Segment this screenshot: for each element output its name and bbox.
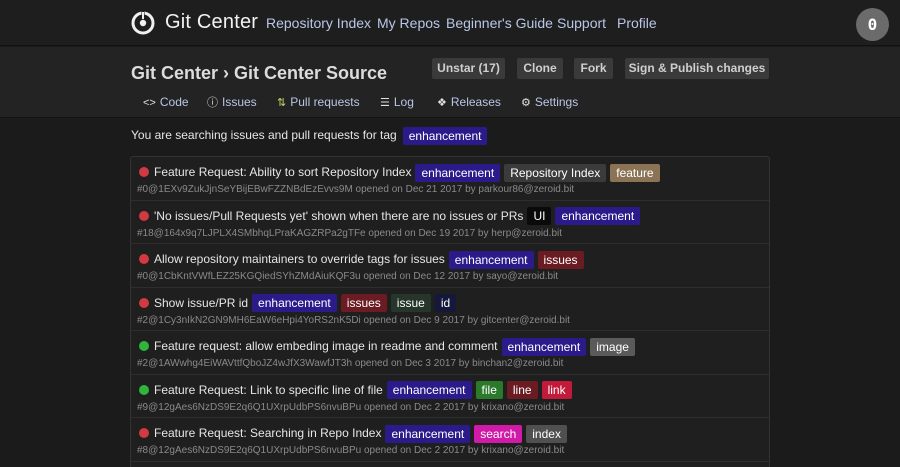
search-tag-line: You are searching issues and pull reques… — [131, 127, 488, 145]
issue-row[interactable]: Show issue/PR id enhancement issues issue id… — [131, 288, 769, 331]
search-tag-badge[interactable]: enhancement — [402, 127, 488, 145]
tab-settings[interactable]: ⚙ Settings — [521, 94, 578, 110]
issue-meta: #18@164x9q7LJPLX4SMbhqLPraKAGZRPa2gTFe o… — [137, 227, 563, 239]
issue-tag-badge[interactable]: issues — [537, 250, 584, 269]
issue-title[interactable]: Show issue/PR id — [154, 296, 248, 310]
issue-title-line: Allow repository maintainers to override… — [154, 250, 584, 269]
issue-title[interactable]: Feature Request: Searching in Repo Index — [154, 426, 381, 440]
tab-log[interactable]: ☰ Log — [380, 94, 414, 110]
issue-open-status-icon — [139, 254, 149, 264]
issue-meta: #2@1Cy3nIkN2GN9MH6EaW6eHpi4YoRS2nK5Di op… — [137, 314, 570, 326]
issue-title[interactable]: Feature Request: Link to specific line o… — [154, 383, 383, 397]
issue-opened-icon: ⓘ — [207, 97, 218, 109]
repo-title[interactable]: Git Center › Git Center Source — [131, 63, 387, 84]
nav-beginners-guide[interactable]: Beginner's Guide — [446, 15, 553, 31]
issue-title-line: Feature Request: Searching in Repo Index… — [154, 424, 567, 443]
issue-tag-badge[interactable]: UI — [527, 207, 552, 226]
issue-tag-badge[interactable]: Repository Index — [504, 163, 607, 182]
code-icon: <> — [143, 97, 156, 109]
issue-tag-badge[interactable]: enhancement — [501, 337, 587, 356]
top-navbar: Git Center Repository Index My Repos Beg… — [0, 0, 900, 46]
issue-title-line: 'No issues/Pull Requests yet' shown when… — [154, 207, 641, 226]
tab-code[interactable]: <> Code — [143, 94, 189, 110]
issue-meta: #8@12gAes6NzDS9E2q6Q1UXrpUdbPS6nvuBPu op… — [137, 445, 565, 456]
issue-meta: #2@1AWwhg4EiWAVttfQboJZ4wJfX3WawfJT3h op… — [137, 358, 564, 369]
pull-request-icon: ⇅ — [277, 97, 287, 109]
issue-tag-badge[interactable]: enhancement — [252, 294, 337, 313]
issue-tag-badge[interactable]: enhancement — [448, 250, 534, 269]
issue-title-line: Feature Request: Ability to sort Reposit… — [154, 163, 660, 182]
issue-row[interactable]: Feature Request: Link to specific line o… — [131, 375, 769, 418]
nav-support[interactable]: Support — [557, 15, 606, 31]
brand-title[interactable]: Git Center — [165, 11, 258, 34]
issue-tag-badge[interactable]: enhancement — [415, 163, 501, 182]
unstar-button[interactable]: Unstar (17) — [432, 58, 505, 79]
issue-title[interactable]: Allow repository maintainers to override… — [154, 252, 445, 266]
issue-title-line: Feature request: allow embeding image in… — [154, 337, 635, 356]
issue-tag-badge[interactable]: enhancement — [555, 207, 641, 226]
issue-tag-badge[interactable]: feature — [610, 163, 660, 182]
repo-header: Git Center › Git Center Source Unstar (1… — [0, 47, 900, 118]
nav-my-repos[interactable]: My Repos — [377, 15, 440, 31]
issue-tag-badge[interactable]: search — [474, 424, 523, 443]
issue-open-status-icon — [139, 428, 149, 438]
issue-row[interactable]: Allow repository maintainers to override… — [131, 244, 769, 288]
clone-button[interactable]: Clone — [517, 58, 563, 79]
issue-tag-badge[interactable]: id — [434, 294, 457, 313]
issue-open-status-icon — [139, 297, 149, 308]
issue-tag-badge[interactable]: enhancement — [385, 424, 471, 443]
avatar[interactable]: 0 — [856, 8, 889, 41]
issue-tag-badge[interactable]: index — [526, 424, 567, 443]
issue-title-line: Show issue/PR id enhancement issues issue id — [154, 294, 457, 313]
git-center-logo-icon[interactable] — [131, 11, 155, 35]
issue-meta: #0@1CbKntVWfLEZ25KGQiedSYhZMdAiuKQF3u op… — [137, 271, 559, 282]
issue-tag-badge[interactable]: issue — [390, 294, 431, 313]
issue-row[interactable]: 'No issues/Pull Requests yet' shown when… — [131, 201, 769, 244]
issue-tag-badge[interactable]: line — [506, 381, 538, 400]
issue-open-status-icon — [139, 167, 149, 177]
issue-tag-badge[interactable]: file — [475, 381, 503, 400]
issue-row[interactable]: Feature request: allow embeding image in… — [131, 331, 769, 375]
search-description: You are searching issues and pull reques… — [131, 128, 397, 143]
issue-tag-badge[interactable]: issues — [340, 294, 387, 313]
issue-title[interactable]: Feature request: allow embeding image in… — [154, 339, 498, 353]
gear-icon: ⚙ — [521, 97, 531, 109]
list-icon: ☰ — [380, 97, 390, 109]
issue-meta: #0@1EXv9ZukJjnSeYBijEBwFZZNBdEzEvvs9M op… — [137, 184, 575, 195]
sign-publish-button[interactable]: Sign & Publish changes — [625, 58, 769, 79]
fork-button[interactable]: Fork — [574, 58, 613, 79]
nav-profile[interactable]: Profile — [617, 15, 657, 31]
issue-tag-badge[interactable]: link — [541, 381, 572, 400]
issue-tag-badge[interactable]: image — [590, 337, 635, 356]
issue-list: Feature Request: Ability to sort Reposit… — [130, 156, 770, 467]
issue-open-status-icon — [139, 210, 149, 221]
issue-tag-badge[interactable]: enhancement — [386, 381, 472, 400]
issue-title[interactable]: Feature Request: Ability to sort Reposit… — [154, 165, 411, 179]
tab-issues[interactable]: ⓘ Issues — [207, 94, 257, 110]
issue-title[interactable]: 'No issues/Pull Requests yet' shown when… — [154, 209, 523, 223]
tab-releases[interactable]: ❖ Releases — [437, 94, 501, 110]
issue-closed-status-icon — [139, 384, 149, 395]
issue-row[interactable]: Feature Request: Ability to sort Reposit… — [131, 157, 769, 201]
nav-repository-index[interactable]: Repository Index — [266, 15, 371, 31]
issue-row[interactable]: Feature Request: Searching in Repo Index… — [131, 418, 769, 462]
tab-pull-requests[interactable]: ⇅ Pull requests — [277, 94, 360, 110]
issue-meta: #9@12gAes6NzDS9E2q6Q1UXrpUdbPS6nvuBPu op… — [137, 401, 565, 413]
issue-closed-status-icon — [139, 341, 149, 351]
tag-icon: ❖ — [437, 97, 447, 109]
issue-title-line: Feature Request: Link to specific line o… — [154, 381, 572, 400]
